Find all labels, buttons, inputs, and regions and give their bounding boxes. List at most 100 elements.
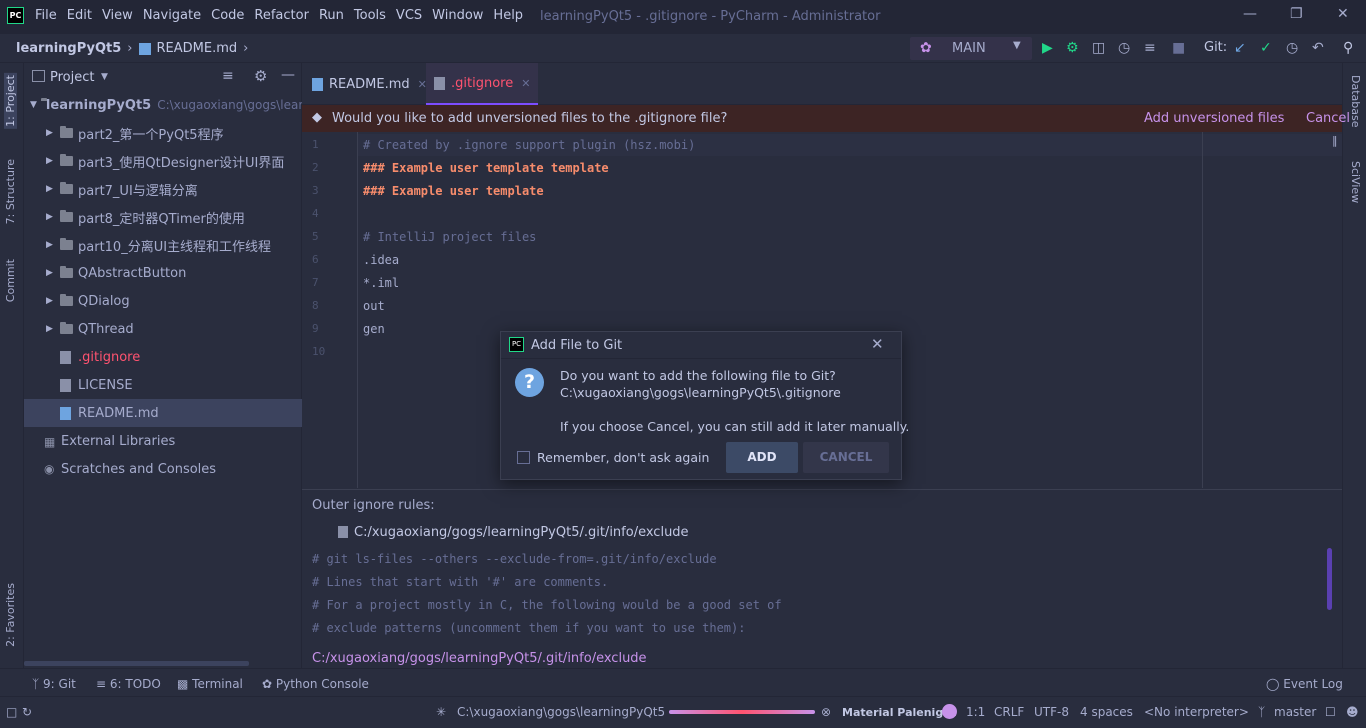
layout-icon[interactable]: □	[6, 705, 17, 719]
outer-ignore-link[interactable]: C:/xugaoxiang/gogs/learningPyQt5/.git/in…	[312, 651, 647, 666]
add-button[interactable]: ADD	[726, 442, 798, 473]
menu-navigate[interactable]: Navigate	[142, 8, 207, 23]
run-config-dropdown[interactable]: ✿ MAIN ▼	[910, 37, 1032, 60]
cancel-button[interactable]: CANCEL	[803, 442, 889, 473]
breadcrumb-file[interactable]: README.md	[157, 41, 238, 56]
menu-refactor[interactable]: Refactor	[253, 8, 315, 23]
banner-cancel-link[interactable]: Cancel	[1306, 111, 1350, 126]
history-icon[interactable]: ◷	[1286, 40, 1298, 56]
line-number: 3	[312, 184, 319, 197]
add-file-to-git-dialog: PC Add File to Git ✕ ? Do you want to ad…	[500, 331, 909, 480]
lock-icon[interactable]: ☐	[1325, 705, 1336, 719]
menu-view[interactable]: View	[101, 8, 139, 23]
profile-icon[interactable]: ◷	[1118, 40, 1130, 56]
event-log-icon: ◯	[1266, 677, 1280, 691]
menu-window[interactable]: Window	[431, 8, 489, 23]
tree-item[interactable]: ▶ QDialog	[24, 287, 302, 315]
inspector-icon[interactable]: ☻	[1346, 705, 1359, 719]
tree-item[interactable]: .gitignore	[24, 343, 302, 371]
search-icon[interactable]: ⚲	[1343, 40, 1353, 56]
tree-item[interactable]: ▶ part10_分离UI主线程和工作线程	[24, 231, 302, 259]
markdown-file-icon	[312, 77, 323, 91]
tree-item[interactable]: ▶ part8_定时器QTimer的使用	[24, 203, 302, 231]
line-number: 8	[312, 299, 319, 312]
menu-file[interactable]: File	[34, 8, 63, 23]
git-commit-icon[interactable]: ✓	[1260, 40, 1272, 56]
tab-sciview[interactable]: SciView	[1349, 161, 1362, 203]
expand-arrow-icon: ▶	[46, 268, 53, 278]
list-icon: ≡	[96, 677, 107, 691]
event-log-button[interactable]: ◯ Event Log	[1266, 677, 1343, 691]
tree-item[interactable]: ▶ part3_使用QtDesigner设计UI界面	[24, 147, 302, 175]
git-branch-label[interactable]: master	[1274, 705, 1316, 719]
dialog-close-icon[interactable]: ✕	[871, 335, 884, 353]
caret-position[interactable]: 1:1	[966, 705, 985, 719]
remember-checkbox[interactable]	[517, 451, 530, 464]
horizontal-scrollbar[interactable]	[24, 661, 249, 666]
project-view-selector[interactable]: Project	[50, 70, 94, 85]
terminal-tool-button[interactable]: ▩ Terminal	[177, 677, 243, 691]
close-tab-icon[interactable]: ✕	[521, 77, 530, 90]
refresh-icon[interactable]: ↻	[22, 705, 32, 719]
cancel-task-icon[interactable]: ⊗	[821, 705, 831, 719]
menu-help[interactable]: Help	[492, 8, 529, 23]
run-icon[interactable]: ▶	[1042, 40, 1053, 56]
tree-external-libraries[interactable]: ▦ External Libraries	[24, 427, 302, 455]
rollback-icon[interactable]: ↶	[1312, 40, 1324, 56]
tab-gitignore[interactable]: .gitignore ✕	[426, 63, 539, 105]
debug-icon[interactable]: ⚙	[1066, 40, 1079, 56]
menu-tools[interactable]: Tools	[353, 8, 392, 23]
theme-label[interactable]: Material Palenight	[842, 706, 956, 719]
add-unversioned-link[interactable]: Add unversioned files	[1144, 111, 1284, 126]
tree-root-label: learningPyQt5	[45, 97, 152, 113]
coverage-icon[interactable]: ◫	[1092, 40, 1105, 56]
tree-scratches[interactable]: ◉ Scratches and Consoles	[24, 455, 302, 483]
file-encoding[interactable]: UTF-8	[1034, 705, 1069, 719]
gear-icon[interactable]: ⚙	[254, 67, 267, 85]
collapse-all-icon[interactable]: ≡	[222, 68, 234, 84]
vertical-scrollbar[interactable]	[1327, 548, 1332, 610]
status-bar: □ ↻ ✳ C:\xugaoxiang\gogs\learningPyQt5 ⊗…	[0, 696, 1366, 728]
tree-item[interactable]: ▶ QThread	[24, 315, 302, 343]
dialog-title: Add File to Git	[531, 338, 623, 353]
tab-structure[interactable]: 7: Structure	[4, 159, 17, 224]
run-config-label: MAIN	[952, 41, 986, 56]
tree-item-label: Scratches and Consoles	[61, 461, 217, 477]
tab-readme[interactable]: README.md ✕	[304, 63, 435, 105]
indent-setting[interactable]: 4 spaces	[1080, 705, 1133, 719]
remember-checkbox-label[interactable]: Remember, don't ask again	[537, 450, 709, 465]
gitignore-file-icon	[338, 526, 348, 538]
stop-icon[interactable]: ■	[1172, 40, 1185, 56]
interpreter-selector[interactable]: <No interpreter>	[1144, 705, 1249, 719]
tree-item[interactable]: LICENSE	[24, 371, 302, 399]
tree-item-label: part3_使用QtDesigner设计UI界面	[78, 155, 285, 171]
chevron-down-icon[interactable]: ▼	[101, 72, 108, 82]
tab-commit[interactable]: Commit	[4, 259, 17, 302]
hide-icon[interactable]: —	[281, 67, 295, 83]
line-separator[interactable]: CRLF	[994, 705, 1024, 719]
menu-run[interactable]: Run	[318, 8, 350, 23]
folder-icon	[60, 126, 73, 138]
tab-favorites[interactable]: 2: Favorites	[4, 583, 17, 647]
tab-database[interactable]: Database	[1349, 75, 1362, 128]
tree-root[interactable]: ▼ learningPyQt5 C:\xugaoxiang\gogs\lear	[24, 91, 303, 119]
tree-item[interactable]: ▶ QAbstractButton	[24, 259, 302, 287]
breadcrumb-project[interactable]: learningPyQt5	[16, 41, 121, 56]
outer-ignore-panel: Outer ignore rules: C:/xugaoxiang/gogs/l…	[302, 489, 1342, 668]
restore-icon[interactable]: ❐	[1290, 6, 1303, 22]
tree-item-selected[interactable]: README.md	[24, 399, 302, 427]
tree-item[interactable]: ▶ part7_UI与逻辑分离	[24, 175, 302, 203]
python-console-button[interactable]: ✿ Python Console	[262, 677, 369, 691]
menu-edit[interactable]: Edit	[66, 8, 98, 23]
todo-tool-button[interactable]: ≡ 6: TODO	[96, 677, 161, 691]
tab-project[interactable]: 1: Project	[4, 73, 17, 129]
close-icon[interactable]: ✕	[1337, 6, 1349, 22]
editor-tabs: README.md ✕ .gitignore ✕	[302, 63, 1342, 105]
minimize-icon[interactable]: —	[1243, 6, 1257, 22]
menu-vcs[interactable]: VCS	[395, 8, 428, 23]
concurrency-icon[interactable]: ≡	[1144, 40, 1156, 56]
menu-code[interactable]: Code	[210, 8, 250, 23]
git-tool-button[interactable]: ᛉ 9: Git	[32, 677, 76, 691]
git-update-icon[interactable]: ↙	[1234, 40, 1246, 56]
tree-item[interactable]: ▶ part2_第一个PyQt5程序	[24, 119, 302, 147]
